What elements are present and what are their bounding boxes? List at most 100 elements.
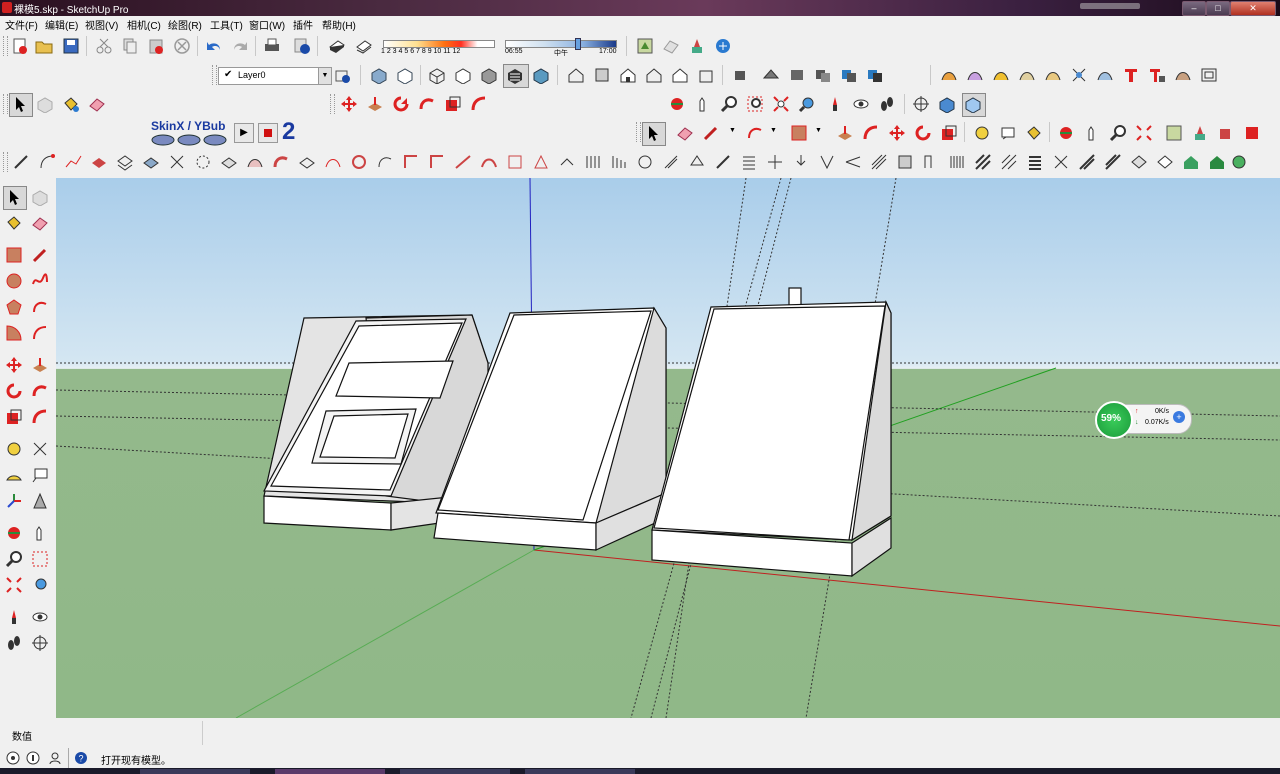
offset-icon[interactable] (862, 124, 880, 142)
help-icon[interactable]: ? (74, 751, 88, 765)
plugin-tool-31-icon[interactable] (792, 153, 810, 171)
plugin-tool-24-icon[interactable] (610, 153, 628, 171)
offset-icon[interactable] (470, 95, 488, 113)
plugin-tool-34-icon[interactable] (870, 153, 888, 171)
paint-bucket-icon[interactable] (5, 214, 23, 232)
chevron-down-icon[interactable]: ▼ (729, 127, 736, 134)
plugin-tool-19-icon[interactable] (480, 153, 498, 171)
plugin-tool-20-icon[interactable] (506, 153, 524, 171)
pan-icon[interactable] (31, 524, 49, 542)
rotate-icon[interactable] (914, 124, 932, 142)
plugin-tool-30-icon[interactable] (766, 153, 784, 171)
toolbar-grip[interactable] (3, 152, 8, 172)
time-slider-thumb[interactable] (575, 38, 581, 50)
model-info-icon[interactable] (293, 37, 311, 55)
plugin-tool-14-icon[interactable] (350, 153, 368, 171)
eraser-icon[interactable] (31, 214, 49, 232)
chevron-down-icon[interactable]: ▼ (318, 68, 331, 84)
chevron-down-icon[interactable]: ▼ (770, 127, 777, 134)
menu-window[interactable]: 窗口(W) (249, 17, 285, 32)
pencil-icon[interactable] (31, 246, 49, 264)
menu-plugins[interactable]: 插件 (293, 17, 313, 32)
layer-manager-icon[interactable] (334, 67, 352, 85)
plugin-tool-27-icon[interactable] (688, 153, 706, 171)
plugin-tool-03-icon[interactable] (64, 153, 82, 171)
follow-me-icon[interactable] (418, 95, 436, 113)
plugin-tool-32-icon[interactable] (818, 153, 836, 171)
extrude-icon[interactable] (1044, 66, 1062, 84)
monochrome-icon[interactable] (532, 66, 550, 84)
push-pull-icon[interactable] (836, 124, 854, 142)
protractor-icon[interactable] (5, 466, 23, 484)
plugin-tool-43-icon[interactable] (1104, 153, 1122, 171)
zoom-extents-icon[interactable] (772, 95, 790, 113)
erase-selection-icon[interactable] (173, 37, 191, 55)
new-file-icon[interactable] (11, 37, 29, 55)
previous-view-icon[interactable] (798, 95, 816, 113)
plugin-tool-39-icon[interactable] (1000, 153, 1018, 171)
rectangle-icon[interactable] (5, 246, 23, 264)
save-icon[interactable] (62, 37, 80, 55)
plugin-tool-48-icon[interactable] (1230, 153, 1248, 171)
offset-icon[interactable] (31, 408, 49, 426)
taskbar-item[interactable] (275, 769, 385, 774)
send-to-layout-icon[interactable] (1243, 124, 1261, 142)
menu-file[interactable]: 文件(F) (5, 17, 38, 32)
add-location-icon[interactable] (636, 37, 654, 55)
help-2-icon[interactable]: 2 (282, 119, 295, 145)
sandbox-icon[interactable] (762, 66, 780, 84)
plugin-tool-15-icon[interactable] (376, 153, 394, 171)
push-pull-icon[interactable] (366, 95, 384, 113)
share-component-icon[interactable] (1217, 124, 1235, 142)
taskbar-item[interactable] (525, 769, 635, 774)
zoom-icon[interactable] (720, 95, 738, 113)
orbit-icon[interactable] (5, 524, 23, 542)
plugin-tool-04-icon[interactable] (90, 153, 108, 171)
push-pull-icon[interactable] (31, 356, 49, 374)
rectangle-icon[interactable] (790, 124, 808, 142)
plugin-tool-33-icon[interactable] (844, 153, 862, 171)
walk-icon[interactable] (5, 634, 23, 652)
outer-shell-icon[interactable] (788, 66, 806, 84)
tool-t-icon[interactable] (1122, 66, 1140, 84)
section-plane-icon[interactable] (912, 95, 930, 113)
zoom-icon[interactable] (5, 550, 23, 568)
3d-text-icon[interactable] (31, 492, 49, 510)
plugin-tool-12-icon[interactable] (298, 153, 316, 171)
polygon-icon[interactable] (5, 298, 23, 316)
undo-icon[interactable] (205, 37, 223, 55)
position-camera-icon[interactable] (826, 95, 844, 113)
dimension-icon[interactable] (31, 440, 49, 458)
toolbar-grip[interactable] (636, 122, 641, 142)
plugin-tool-07-icon[interactable] (168, 153, 186, 171)
component-icon[interactable] (732, 66, 750, 84)
previous-view-icon[interactable] (31, 576, 49, 594)
scale-icon[interactable] (444, 95, 462, 113)
plugin-tool-35-icon[interactable] (896, 153, 914, 171)
value-box[interactable]: 数值 (4, 721, 203, 745)
scale-icon[interactable] (940, 124, 958, 142)
plugin-tool-42-icon[interactable] (1078, 153, 1096, 171)
taskbar-item[interactable] (400, 769, 510, 774)
stop-button[interactable] (258, 123, 278, 143)
layer-select[interactable]: ✔ Layer0 ▼ (218, 67, 332, 85)
toolbar-grip[interactable] (3, 36, 8, 56)
plugin-tool-44-icon[interactable] (1130, 153, 1148, 171)
iso-view-icon[interactable] (567, 66, 585, 84)
eraser-icon[interactable] (676, 124, 694, 142)
plugin-tool-25-icon[interactable] (636, 153, 654, 171)
network-monitor-widget[interactable]: 59% ↑ 0K/s ↓ 0.07K/s + (1095, 401, 1192, 439)
follow-me-icon[interactable] (31, 382, 49, 400)
play-button[interactable]: ▶ (234, 123, 254, 143)
pan-icon[interactable] (1083, 124, 1101, 142)
cut-icon[interactable] (95, 37, 113, 55)
plugin-tool-46-icon[interactable] (1182, 153, 1200, 171)
copy-icon[interactable] (121, 37, 139, 55)
sweep-icon[interactable] (1018, 66, 1036, 84)
position-camera-icon[interactable] (5, 608, 23, 626)
plugin-tool-22-icon[interactable] (558, 153, 576, 171)
menu-draw[interactable]: 绘图(R) (168, 17, 202, 32)
arc-icon[interactable] (31, 298, 49, 316)
make-component-icon[interactable] (31, 188, 49, 206)
pan-icon[interactable] (694, 95, 712, 113)
